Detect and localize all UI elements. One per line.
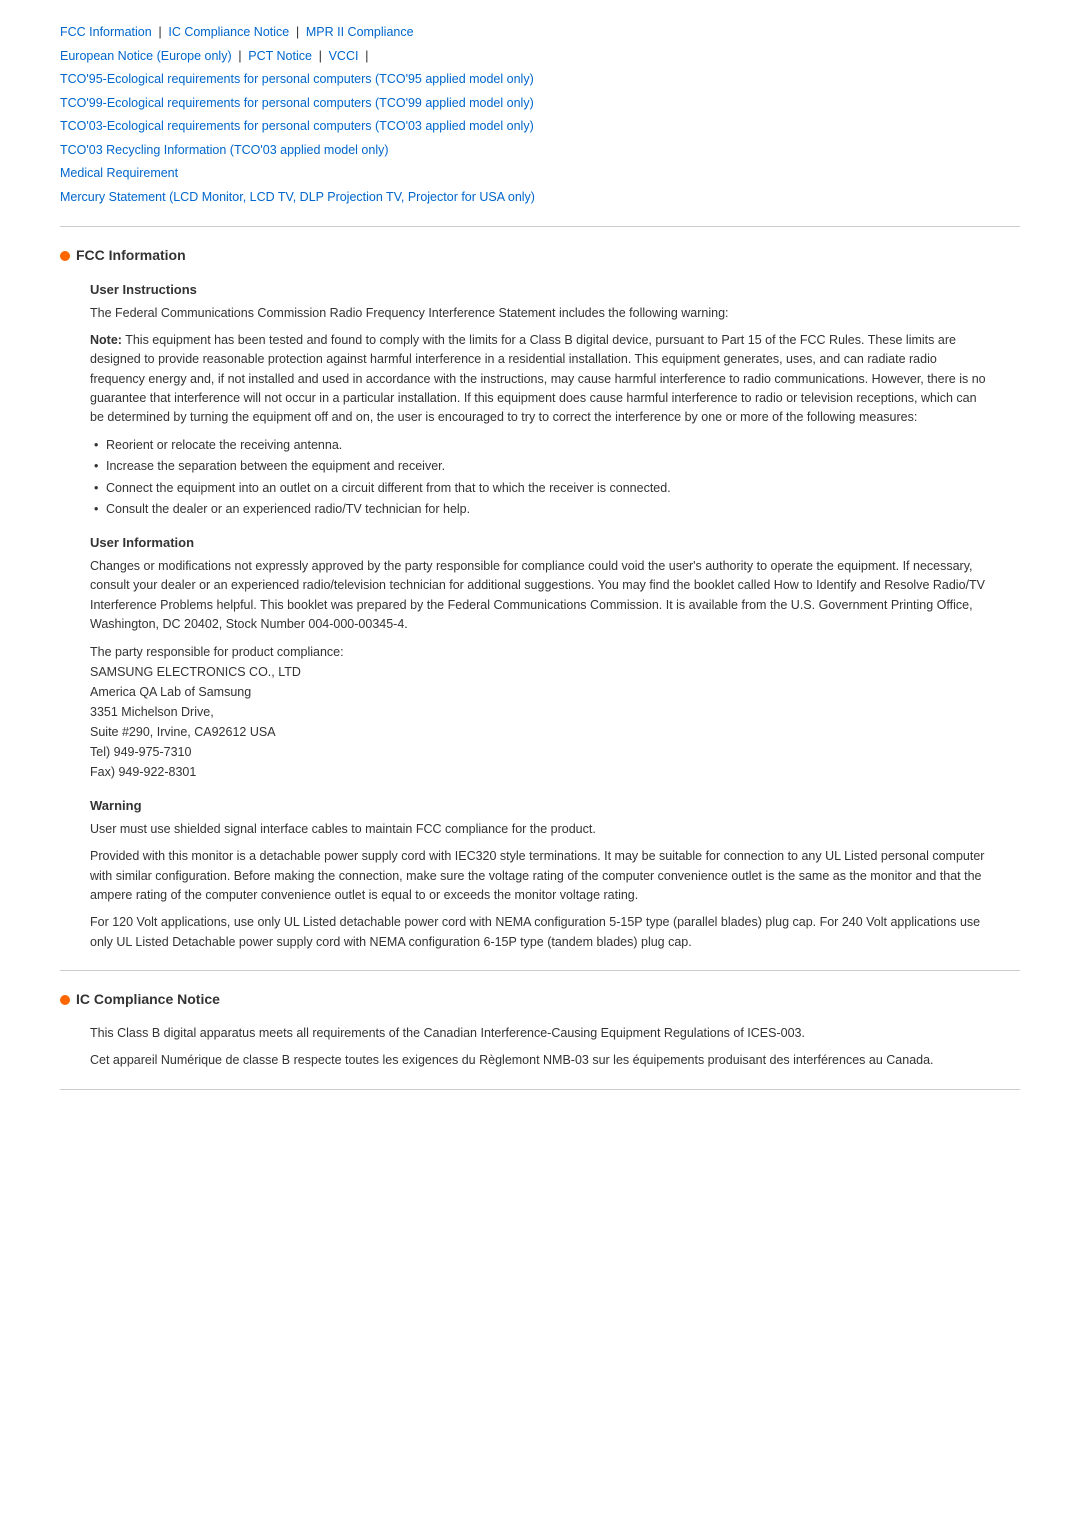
fcc-user-instructions: User Instructions The Federal Communicat… <box>90 280 990 519</box>
divider-top <box>60 226 1020 227</box>
nav-link-pct[interactable]: PCT Notice <box>248 49 312 63</box>
fcc-user-information: User Information Changes or modification… <box>90 533 990 782</box>
nav-sep-4: | <box>319 48 322 63</box>
fcc-address-block: The party responsible for product compli… <box>90 642 990 782</box>
ic-title-text: IC Compliance Notice <box>76 989 220 1010</box>
divider-mid <box>60 970 1020 971</box>
nav-sep-3: | <box>238 48 241 63</box>
nav-sep-5: | <box>365 48 368 63</box>
nav-link-mercury[interactable]: Mercury Statement (LCD Monitor, LCD TV, … <box>60 190 535 204</box>
fcc-address-line-3: Suite #290, Irvine, CA92612 USA <box>90 725 276 739</box>
nav-link-tco99[interactable]: TCO'99-Ecological requirements for perso… <box>60 96 534 110</box>
nav-link-tco03[interactable]: TCO'03-Ecological requirements for perso… <box>60 119 534 133</box>
fcc-address-line-2: 3351 Michelson Drive, <box>90 705 214 719</box>
ic-section-title: IC Compliance Notice <box>60 989 1020 1010</box>
fcc-bullet-2: Increase the separation between the equi… <box>90 457 990 476</box>
nav-link-mpr[interactable]: MPR II Compliance <box>306 25 414 39</box>
fcc-address-line-5: Fax) 949-922-8301 <box>90 765 196 779</box>
fcc-warning: Warning User must use shielded signal in… <box>90 796 990 952</box>
nav-sep-2: | <box>296 24 299 39</box>
fcc-bullet-1: Reorient or relocate the receiving anten… <box>90 436 990 455</box>
nav-links: FCC Information | IC Compliance Notice |… <box>60 20 1020 208</box>
fcc-user-instructions-note: Note: This equipment has been tested and… <box>90 331 990 428</box>
fcc-section-title: FCC Information <box>60 245 1020 266</box>
ic-inner: This Class B digital apparatus meets all… <box>60 1024 1020 1071</box>
nav-link-tco95[interactable]: TCO'95-Ecological requirements for perso… <box>60 72 534 86</box>
nav-link-tco03r[interactable]: TCO'03 Recycling Information (TCO'03 app… <box>60 143 389 157</box>
divider-bottom <box>60 1089 1020 1090</box>
fcc-user-information-para1: Changes or modifications not expressly a… <box>90 557 990 635</box>
fcc-user-instructions-title: User Instructions <box>90 280 990 300</box>
fcc-address-line-4: Tel) 949-975-7310 <box>90 745 191 759</box>
fcc-title-text: FCC Information <box>76 245 186 266</box>
fcc-user-information-title: User Information <box>90 533 990 553</box>
ic-bullet-icon <box>60 995 70 1005</box>
fcc-section: FCC Information User Instructions The Fe… <box>60 245 1020 952</box>
fcc-address-line-0: SAMSUNG ELECTRONICS CO., LTD <box>90 665 301 679</box>
fcc-warning-para2: Provided with this monitor is a detachab… <box>90 847 990 905</box>
ic-section: IC Compliance Notice This Class B digita… <box>60 989 1020 1071</box>
fcc-address-line-1: America QA Lab of Samsung <box>90 685 251 699</box>
nav-link-ic[interactable]: IC Compliance Notice <box>168 25 289 39</box>
fcc-warning-para1: User must use shielded signal interface … <box>90 820 990 839</box>
fcc-note-label: Note: <box>90 333 122 347</box>
nav-sep-1: | <box>158 24 161 39</box>
nav-link-fcc[interactable]: FCC Information <box>60 25 152 39</box>
fcc-address-label: The party responsible for product compli… <box>90 645 344 659</box>
fcc-warning-para3: For 120 Volt applications, use only UL L… <box>90 913 990 952</box>
fcc-bullet-icon <box>60 251 70 261</box>
fcc-bullet-4: Consult the dealer or an experienced rad… <box>90 500 990 519</box>
ic-para1: This Class B digital apparatus meets all… <box>90 1024 990 1043</box>
fcc-warning-title: Warning <box>90 796 990 816</box>
fcc-user-instructions-intro: The Federal Communications Commission Ra… <box>90 304 990 323</box>
nav-link-vcci[interactable]: VCCI <box>329 49 359 63</box>
nav-link-eu[interactable]: European Notice (Europe only) <box>60 49 232 63</box>
ic-para2: Cet appareil Numérique de classe B respe… <box>90 1051 990 1070</box>
fcc-bullet-3: Connect the equipment into an outlet on … <box>90 479 990 498</box>
fcc-note-text: This equipment has been tested and found… <box>90 333 986 425</box>
fcc-bullets-list: Reorient or relocate the receiving anten… <box>90 436 990 520</box>
fcc-inner: User Instructions The Federal Communicat… <box>60 280 1020 952</box>
nav-link-med[interactable]: Medical Requirement <box>60 166 178 180</box>
